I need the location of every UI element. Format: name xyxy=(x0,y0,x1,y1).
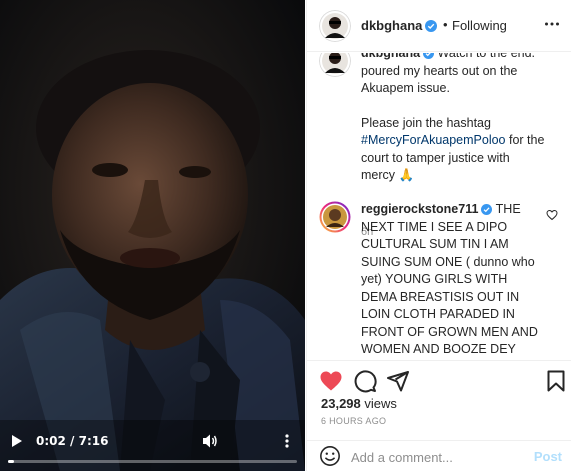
view-count[interactable]: 23,298 views xyxy=(321,396,397,411)
caption-text: dkbghana Watch to the end. poured my hea… xyxy=(361,53,546,185)
header-username[interactable]: dkbghana xyxy=(361,18,438,33)
time-separator: / xyxy=(70,434,79,448)
comment-body: THE NEXT TIME I SEE A DIPO CULTURAL SUM … xyxy=(361,202,545,360)
duration: 7:16 xyxy=(78,434,109,448)
current-time: 0:02 xyxy=(36,434,66,448)
comments-list[interactable]: dkbghana Watch to the end. poured my hea… xyxy=(307,53,571,360)
more-options-icon[interactable] xyxy=(544,16,560,32)
caption: dkbghana Watch to the end. poured my hea… xyxy=(319,53,564,238)
like-icon[interactable] xyxy=(319,369,343,393)
play-icon[interactable] xyxy=(10,434,24,448)
post-sidebar: dkbghana • Following dkbghana Watch to t… xyxy=(306,0,571,471)
share-icon[interactable] xyxy=(386,369,410,393)
verified-badge-icon xyxy=(423,53,435,59)
post-comment-button[interactable]: Post xyxy=(534,449,562,464)
more-options-icon[interactable] xyxy=(282,433,292,449)
avatar-image xyxy=(319,201,351,233)
views-number: 23,298 xyxy=(321,396,361,411)
pray-emoji: 🙏 xyxy=(398,168,415,182)
caption-username[interactable]: dkbghana xyxy=(361,53,420,60)
post-timestamp[interactable]: 6 HOURS AGO xyxy=(321,416,386,426)
comment-icon[interactable] xyxy=(353,369,377,393)
comment-input[interactable] xyxy=(351,447,521,467)
following-button[interactable]: Following xyxy=(452,18,507,33)
avatar-image xyxy=(319,10,351,42)
add-comment-bar: Post xyxy=(307,440,571,471)
verified-badge-icon xyxy=(481,204,493,215)
avatar[interactable] xyxy=(319,53,351,77)
video-controls: 0:02 / 7:16 xyxy=(0,421,305,471)
comment-username[interactable]: reggierockstone711 xyxy=(361,202,478,216)
volume-icon[interactable] xyxy=(202,433,218,449)
avatar-image xyxy=(319,53,351,77)
emoji-icon[interactable] xyxy=(319,445,341,467)
video-time: 0:02 / 7:16 xyxy=(36,434,108,448)
video-frame xyxy=(0,0,305,471)
video-progress-bar[interactable] xyxy=(8,460,297,463)
username-text: dkbghana xyxy=(361,18,423,33)
caption-line-2: Please join the hashtag xyxy=(361,115,491,130)
comment-text: reggierockstone711 THE NEXT TIME I SEE A… xyxy=(361,201,546,360)
views-label: views xyxy=(360,396,397,411)
avatar[interactable] xyxy=(319,10,351,42)
commenter-avatar[interactable] xyxy=(319,201,351,233)
verified-badge-icon xyxy=(425,20,438,32)
video-player[interactable]: 0:02 / 7:16 xyxy=(0,0,305,471)
like-comment-icon[interactable] xyxy=(546,209,558,221)
video-progress-fill xyxy=(8,460,14,463)
post-actions: 23,298 views 6 HOURS AGO xyxy=(307,360,571,440)
separator-dot: • xyxy=(443,17,448,32)
post-header: dkbghana • Following xyxy=(307,0,571,52)
hashtag-link[interactable]: #MercyForAkuapemPoloo xyxy=(361,133,506,147)
comment-item: reggierockstone711 THE NEXT TIME I SEE A… xyxy=(319,201,564,360)
save-icon[interactable] xyxy=(544,369,568,393)
